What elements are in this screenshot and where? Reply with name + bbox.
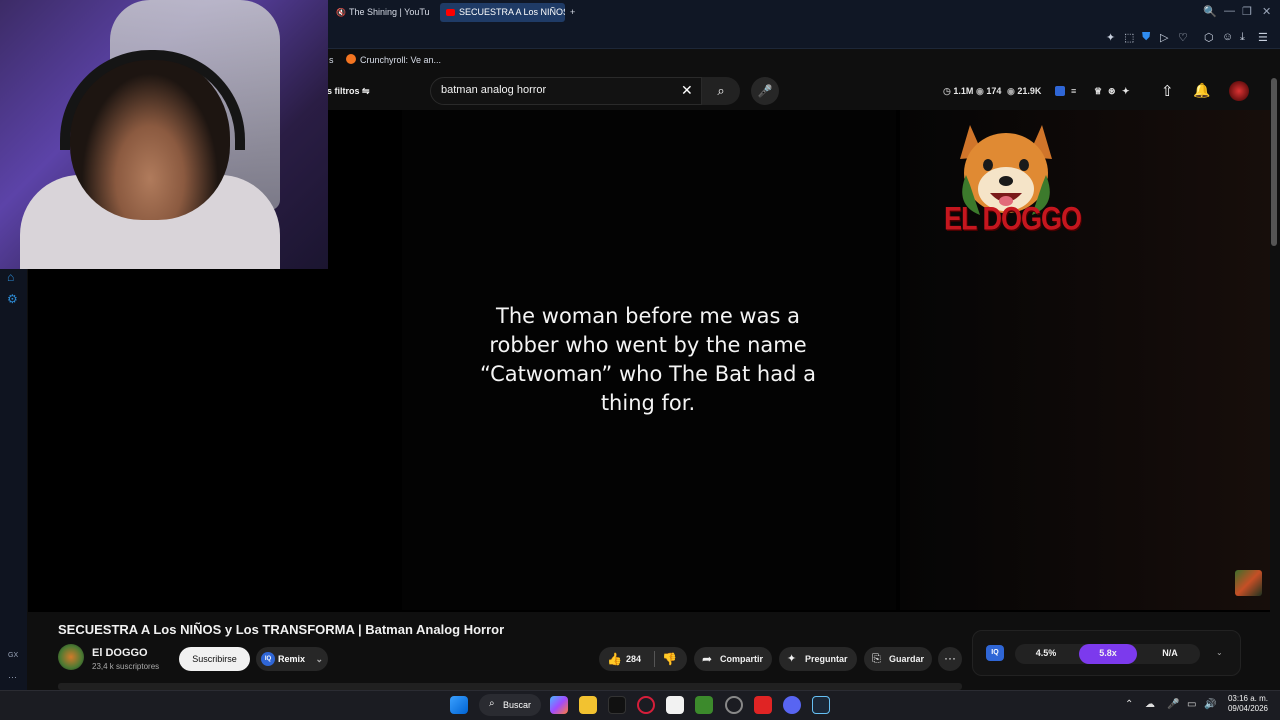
bookmark-icon: ⎘ (872, 653, 881, 665)
list-icon[interactable]: ≡ (1071, 86, 1076, 96)
gx-more-icon[interactable]: ··· (8, 672, 17, 682)
restore-button[interactable]: ❐ (1242, 5, 1252, 18)
discord-icon[interactable] (783, 696, 801, 714)
clear-search-icon[interactable]: ✕ (681, 82, 693, 99)
speed-option[interactable]: 5.8x (1083, 648, 1133, 658)
upload-icon[interactable]: ⇧ (1161, 82, 1174, 100)
clock[interactable]: 03:16 a. m. 09/04/2026 (1222, 694, 1268, 714)
channel-logo-text: EL DOGGO (944, 200, 1082, 237)
play-icon[interactable]: ▷ (1160, 31, 1168, 44)
like-button[interactable]: 👍 284 👎 (599, 647, 687, 671)
home-icon[interactable]: ⌂ (7, 270, 14, 284)
comments-preview-bar (58, 683, 962, 690)
gx-label[interactable]: GX (8, 652, 18, 659)
file-explorer-icon[interactable] (579, 696, 597, 714)
heart-icon[interactable]: ♡ (1178, 31, 1188, 44)
tiktok-icon[interactable] (608, 696, 626, 714)
iq-icon[interactable] (1055, 86, 1065, 96)
more-actions-button[interactable]: ··· (938, 647, 962, 671)
share-button[interactable]: ➦ Compartir (694, 647, 772, 671)
bookmark-crunchyroll[interactable]: Crunchyroll: Ve an... (360, 55, 441, 65)
windows-start-icon[interactable] (450, 696, 468, 714)
bookmark-partial[interactable]: s (329, 55, 334, 65)
clock-time: 03:16 a. m. (1227, 694, 1268, 703)
search-query[interactable]: batman analog horror (441, 84, 546, 96)
microphone-icon[interactable]: 🎤 (1167, 699, 1179, 710)
speed-option[interactable]: N/A (1145, 648, 1195, 658)
iq-icon: IQ (261, 652, 275, 666)
menu-icon[interactable]: ☰ (1258, 31, 1268, 44)
video-caption: The woman before me was a robber who wen… (480, 304, 816, 415)
minimize-button[interactable]: — (1224, 5, 1235, 17)
copilot-icon[interactable] (550, 696, 568, 714)
chevron-down-icon[interactable]: ⌄ (1216, 648, 1223, 657)
bell-icon[interactable]: 🔔 (1193, 82, 1210, 99)
video-title: SECUESTRA A Los NIÑOS y Los TRANSFORMA |… (58, 622, 505, 637)
cloud-icon[interactable]: ☁ (1145, 699, 1155, 710)
snapshot-icon[interactable]: ⬚ (1124, 31, 1134, 44)
eye-icon: ◉ (976, 86, 984, 96)
sliders-icon: ⇋ (362, 86, 370, 96)
search-button[interactable]: ⌕ (702, 77, 740, 105)
watching-stat: ◉ 174 (976, 86, 1002, 96)
app-red-icon[interactable] (754, 696, 772, 714)
opera-gx-icon[interactable] (637, 696, 655, 714)
like-count: 284 (626, 654, 642, 664)
thumbs-down-icon[interactable]: 👎 (662, 647, 677, 671)
extensions-icon[interactable]: ⬡ (1204, 31, 1214, 44)
youtube-icon (446, 9, 455, 17)
minecraft-icon[interactable] (695, 696, 713, 714)
clock-date: 09/04/2026 (1227, 704, 1268, 713)
network-icon[interactable]: ▭ (1187, 699, 1196, 710)
profile-icon[interactable]: ☺ (1222, 31, 1233, 43)
views-stat: ◷ 1.1M (943, 86, 974, 96)
search-icon: ⌕ (489, 698, 495, 709)
sparkle-icon: ✦ (787, 653, 797, 665)
search-icon: ⌕ (717, 83, 725, 98)
gear-icon[interactable]: ⚙ (7, 292, 18, 306)
share-icon: ➦ (702, 652, 713, 666)
tab-the-shining[interactable]: 🔇The Shining | YouTube (330, 3, 430, 22)
channel-avatar[interactable] (58, 644, 84, 670)
chevron-up-icon[interactable]: ⌃ (1125, 699, 1133, 710)
filters-button[interactable]: s filtros ⇋ (327, 86, 370, 97)
close-button[interactable]: ✕ (1262, 5, 1271, 18)
microphone-icon: 🎤 (757, 84, 773, 98)
new-tab-button[interactable]: + (567, 3, 583, 22)
like-divider (654, 651, 655, 667)
mute-icon: 🔇 (336, 8, 346, 17)
ask-button[interactable]: ✦ Preguntar (779, 647, 857, 671)
webcam-overlay (0, 0, 328, 269)
subscribe-button[interactable]: Suscribirse (179, 647, 250, 671)
channel-watermark[interactable] (1235, 570, 1262, 596)
thumbs-up-icon: 👍 (607, 652, 622, 666)
voice-search-button[interactable]: 🎤 (751, 77, 779, 105)
speed-option[interactable]: 4.5% (1021, 648, 1071, 658)
tab-secuestra[interactable]: SECUESTRA A Los NIÑOS (440, 3, 565, 22)
steam-icon[interactable] (812, 696, 830, 714)
compass-icon[interactable]: ⊛ (1108, 86, 1116, 97)
clock-icon: ◷ (943, 86, 951, 96)
pin-icon[interactable]: ✦ (1106, 31, 1115, 44)
likes-stat: ◉ 21.9K (1007, 86, 1042, 96)
app-icon[interactable] (725, 696, 743, 714)
sparkle-icon[interactable]: ✦ (1122, 86, 1130, 97)
shield-icon[interactable]: ⛊ (1142, 31, 1150, 44)
eye-icon: ◉ (1007, 86, 1015, 96)
capcut-icon[interactable] (666, 696, 684, 714)
volume-icon[interactable]: 🔊 (1204, 699, 1216, 710)
page-scrollbar[interactable] (1271, 78, 1277, 246)
chevron-down-icon: ⌄ (315, 654, 324, 664)
channel-name[interactable]: El DOGGO (92, 647, 148, 659)
subscriber-count: 23,4 k suscriptores (92, 662, 160, 671)
download-icon[interactable]: ⤓ (1240, 31, 1245, 44)
crunchyroll-icon (346, 54, 356, 64)
search-tabs-icon[interactable]: 🔍 (1203, 5, 1217, 18)
avatar[interactable] (1229, 81, 1249, 101)
trophy-icon[interactable]: ♕ (1094, 86, 1102, 97)
save-button[interactable]: ⎘ Guardar (864, 647, 932, 671)
iq-logo-icon[interactable]: IQ (986, 645, 1004, 661)
